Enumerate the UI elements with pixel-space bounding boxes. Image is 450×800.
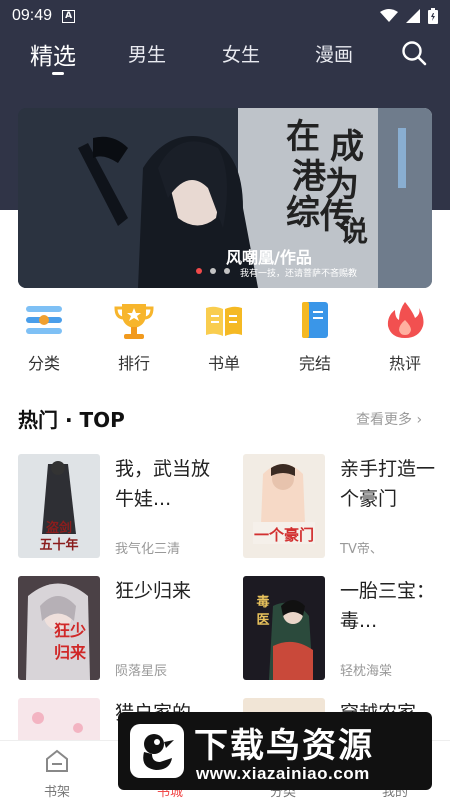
see-more-label: 查看更多 (356, 412, 412, 428)
flame-icon (387, 302, 424, 338)
watermark-logo-icon (130, 724, 184, 778)
category-ranking[interactable]: 排行 (104, 298, 164, 374)
pagination-dot (210, 268, 216, 274)
chevron-right-icon: › (416, 412, 423, 428)
top-nav: 精选 男生 女生 漫画 (0, 32, 450, 92)
book-title: 亲手打造一个豪门 (340, 458, 436, 510)
book-title: 一胎三宝：毒... (340, 580, 436, 632)
book-author: 我气化三清 (115, 542, 181, 557)
svg-text:毒: 毒 (256, 594, 269, 610)
svg-text:一个豪门: 一个豪门 (254, 526, 314, 544)
signal-icon (406, 9, 420, 23)
banner-title-char: 成 (330, 127, 364, 167)
svg-text:医: 医 (256, 613, 269, 628)
book-item[interactable]: 盗剑 五十年 我，武当放牛娃... 我气化三清 (18, 454, 228, 564)
bookshelf-icon (46, 749, 68, 772)
trophy-icon (114, 304, 154, 339)
category-completed[interactable]: 完结 (285, 298, 345, 374)
banner-tagline: 我有一技，还请菩萨不吝赐教 (240, 269, 358, 279)
book-item[interactable]: 狂少 归来 狂少归来 陨落星辰 (18, 576, 228, 686)
banner-author: 风嘲凰/作品 (226, 248, 312, 267)
book-title: 狂少归来 (115, 580, 192, 602)
category-label: 排行 (117, 354, 150, 373)
book-cover: 盗剑 五十年 (18, 454, 100, 558)
category-booklist[interactable]: 书单 (194, 298, 254, 374)
battery-icon (428, 8, 438, 24)
wifi-icon (380, 9, 398, 22)
nav-bookshelf[interactable]: 书架 (27, 749, 87, 800)
watermark-name: 下载鸟资源 (194, 726, 374, 766)
banner-artwork (18, 108, 432, 288)
app-screen: 09:49 A 精选 男生 女生 漫画 在 港 综 成 为 传 说 风嘲凰/作品… (0, 0, 450, 800)
banner-title-char: 说 (340, 215, 369, 248)
status-bar: 09:49 A (0, 0, 450, 32)
book-title: 我，武当放牛娃... (115, 458, 211, 510)
svg-text:盗剑: 盗剑 (46, 520, 72, 536)
nav-label: 书架 (43, 785, 70, 800)
svg-text:五十年: 五十年 (39, 537, 78, 553)
book-item[interactable]: 一个豪门 亲手打造一个豪门 TV帝、 (243, 454, 450, 564)
banner-title-char: 在 (286, 117, 320, 157)
category-label: 完结 (298, 354, 331, 373)
banner-pagination (196, 268, 230, 274)
book-cover: 狂少 归来 (18, 576, 100, 680)
book-cover: 毒 医 (243, 576, 325, 680)
book-author: 陨落星辰 (115, 664, 168, 679)
banner-title-char: 港 (292, 157, 326, 197)
book-item[interactable]: 毒 医 一胎三宝：毒... 轻枕海棠 (243, 576, 450, 686)
category-label: 书单 (207, 354, 240, 373)
category-hot-reviews[interactable]: 热评 (375, 298, 435, 374)
category-classify[interactable]: 分类 (14, 298, 74, 374)
watermark: 下载鸟资源 www.xiazainiao.com (118, 712, 432, 790)
tab-male[interactable]: 男生 (128, 40, 166, 67)
pagination-dot-active (196, 268, 202, 274)
svg-text:狂少: 狂少 (54, 621, 86, 640)
watermark-url: www.xiazainiao.com (196, 764, 370, 783)
section-title: 热门 · TOP (18, 408, 125, 432)
pagination-dot (224, 268, 230, 274)
category-label: 热评 (388, 354, 421, 373)
category-shortcuts: 分类 排行 书单 完结 热评 (0, 298, 450, 378)
status-time: 09:49 (12, 7, 53, 24)
search-icon[interactable] (400, 39, 428, 67)
svg-text:归来: 归来 (54, 643, 87, 662)
book-cover: 一个豪门 (243, 454, 325, 558)
bookmark-book-icon (302, 302, 328, 338)
tab-comics[interactable]: 漫画 (315, 40, 353, 67)
active-tab-indicator (52, 72, 64, 75)
tab-female[interactable]: 女生 (222, 40, 260, 67)
list-icon (26, 306, 62, 334)
book-author: 轻枕海棠 (340, 664, 393, 679)
banner-title-char: 综 (286, 193, 320, 233)
promo-banner[interactable] (18, 108, 432, 288)
tab-featured[interactable]: 精选 (30, 37, 76, 71)
book-author: TV帝、 (340, 542, 383, 557)
notification-icon: A (62, 9, 76, 23)
category-label: 分类 (27, 354, 60, 373)
see-more-link[interactable]: 查看更多 › (356, 409, 422, 429)
book-open-icon (206, 306, 242, 336)
